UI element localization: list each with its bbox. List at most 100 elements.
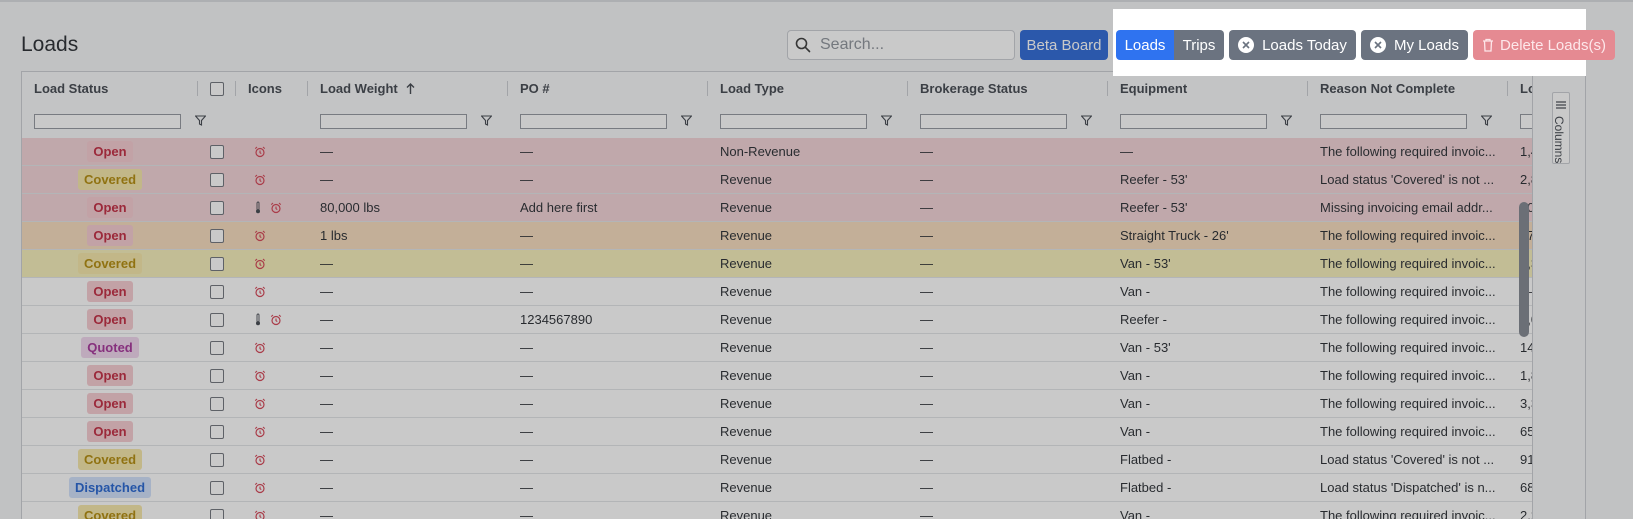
col-header-po[interactable]: PO # [508,72,708,105]
col-header-equipment[interactable]: Equipment [1108,72,1308,105]
toggle-loads[interactable]: Loads [1116,30,1174,60]
filter-input-equipment[interactable] [1120,114,1267,129]
row-checkbox[interactable] [210,228,224,243]
filter-input-load-status[interactable] [34,114,181,129]
cell-load-weight: — [320,284,333,299]
row-checkbox[interactable] [210,368,224,383]
cell-load-type: Revenue [720,480,773,495]
table-row[interactable]: Open — — Revenue — Van - The following require… [22,278,1533,306]
delete-loads-button[interactable]: Delete Loads(s) [1473,30,1615,60]
filter-funnel-icon[interactable] [480,113,493,131]
alarm-clock-icon[interactable] [270,314,282,326]
cell-po: — [520,256,533,271]
filter-input-brokerage-status[interactable] [920,114,1067,129]
table-row[interactable]: Open — 1234567890 Revenue — Reefer - The follo… [22,306,1570,334]
table-row[interactable]: Covered — — Revenue — Reefer - 53' Load status… [22,166,1570,194]
status-badge: Open [87,365,133,386]
toggle-trips[interactable]: Trips [1174,30,1224,60]
cell-load-weight: — [320,368,333,383]
cell-brokerage-status: — [920,284,933,299]
filter-funnel-icon[interactable] [1280,113,1293,131]
col-header-load-type[interactable]: Load Type [708,72,908,105]
vertical-scrollbar-thumb[interactable] [1519,202,1529,337]
row-checkbox[interactable] [210,396,224,411]
cell-brokerage-status: — [920,312,933,327]
filter-input-load-weight[interactable] [320,114,467,129]
select-all-checkbox[interactable] [210,81,224,96]
row-checkbox[interactable] [210,312,224,327]
cell-po: — [520,424,533,439]
thermometer-icon[interactable] [254,201,262,214]
filter-cell-load-type [708,105,893,138]
row-checkbox[interactable] [210,424,224,439]
table-row[interactable]: Covered — — Revenue — Van - 53' The following … [22,250,1570,278]
col-header-brokerage-status[interactable]: Brokerage Status [908,72,1108,105]
status-badge: Covered [77,253,143,274]
table-row[interactable]: Quoted — — Revenue — Van - 53' The following r… [22,334,1559,362]
search-box[interactable] [787,30,1015,60]
alarm-clock-icon[interactable] [254,370,266,382]
filter-funnel-icon[interactable] [680,113,693,131]
my-loads-button[interactable]: My Loads [1361,30,1468,60]
filter-funnel-icon[interactable] [1480,113,1493,131]
alarm-clock-icon[interactable] [254,482,266,494]
cell-equipment: — [1120,144,1133,159]
beta-board-button[interactable]: Beta Board [1020,30,1108,60]
cell-po: — [520,368,533,383]
table-row[interactable]: Open 1 lbs — Revenue — Straight Truck - 26' Th… [22,222,1559,250]
table-row[interactable]: Covered — — Revenue — Flatbed - Load status 'C… [22,446,1559,474]
alarm-clock-icon[interactable] [254,342,266,354]
cell-brokerage-status: — [920,144,933,159]
row-checkbox[interactable] [210,200,224,215]
search-input[interactable] [818,35,1007,55]
filter-input-reason-not-complete[interactable] [1320,114,1467,129]
table-row[interactable]: Covered — — Revenue — Van - The following requ… [22,502,1570,519]
cell-brokerage-status: — [920,480,933,495]
row-checkbox[interactable] [210,340,224,355]
row-checkbox[interactable] [210,256,224,271]
row-checkbox[interactable] [210,508,224,519]
alarm-clock-icon[interactable] [254,426,266,438]
table-row[interactable]: Open — — Revenue — Van - The following require… [22,390,1570,418]
status-badge: Covered [77,449,143,470]
cell-icons [236,278,308,305]
alarm-clock-icon[interactable] [254,510,266,519]
status-badge: Covered [77,505,143,519]
col-header-reason-not-complete[interactable]: Reason Not Complete [1308,72,1508,105]
thermometer-icon[interactable] [254,313,262,326]
alarm-clock-icon[interactable] [254,398,266,410]
col-header-select-all[interactable] [198,72,236,105]
alarm-clock-icon[interactable] [254,230,266,242]
table-row[interactable]: Open — — Revenue — Van - The following require… [22,418,1559,446]
col-header-icons[interactable]: Icons [236,72,308,105]
cell-reason-not-complete: The following required invoic... [1320,340,1496,355]
col-header-load-weight[interactable]: Load Weight [308,72,508,105]
cell-icons [236,222,308,249]
alarm-clock-icon[interactable] [254,174,266,186]
col-header-load-weight-label: Load Weight [320,81,398,96]
filter-funnel-icon[interactable] [880,113,893,131]
filter-funnel-icon[interactable] [194,113,207,131]
row-checkbox[interactable] [210,172,224,187]
cell-icons [236,250,308,277]
table-row[interactable]: Open — — Revenue — Van - The following require… [22,362,1570,390]
alarm-clock-icon[interactable] [254,146,266,158]
loads-today-button[interactable]: Loads Today [1229,30,1356,60]
table-row[interactable]: Dispatched — — Revenue — Flatbed - Load status… [22,474,1559,502]
filter-funnel-icon[interactable] [1080,113,1093,131]
row-checkbox[interactable] [210,480,224,495]
alarm-clock-icon[interactable] [254,454,266,466]
alarm-clock-icon[interactable] [254,258,266,270]
row-checkbox[interactable] [210,452,224,467]
row-checkbox[interactable] [210,144,224,159]
cell-po: — [520,396,533,411]
alarm-clock-icon[interactable] [270,202,282,214]
filter-cell-load-status [22,105,207,138]
filter-input-po[interactable] [520,114,667,129]
row-checkbox[interactable] [210,284,224,299]
col-header-load-status[interactable]: Load Status [22,72,198,105]
table-row[interactable]: Open 80,000 lbs Add here first Revenue — Reef… [22,194,1552,222]
filter-input-load-type[interactable] [720,114,867,129]
alarm-clock-icon[interactable] [254,286,266,298]
table-row[interactable]: Open — — Non-Revenue — — The following require… [22,138,1570,166]
